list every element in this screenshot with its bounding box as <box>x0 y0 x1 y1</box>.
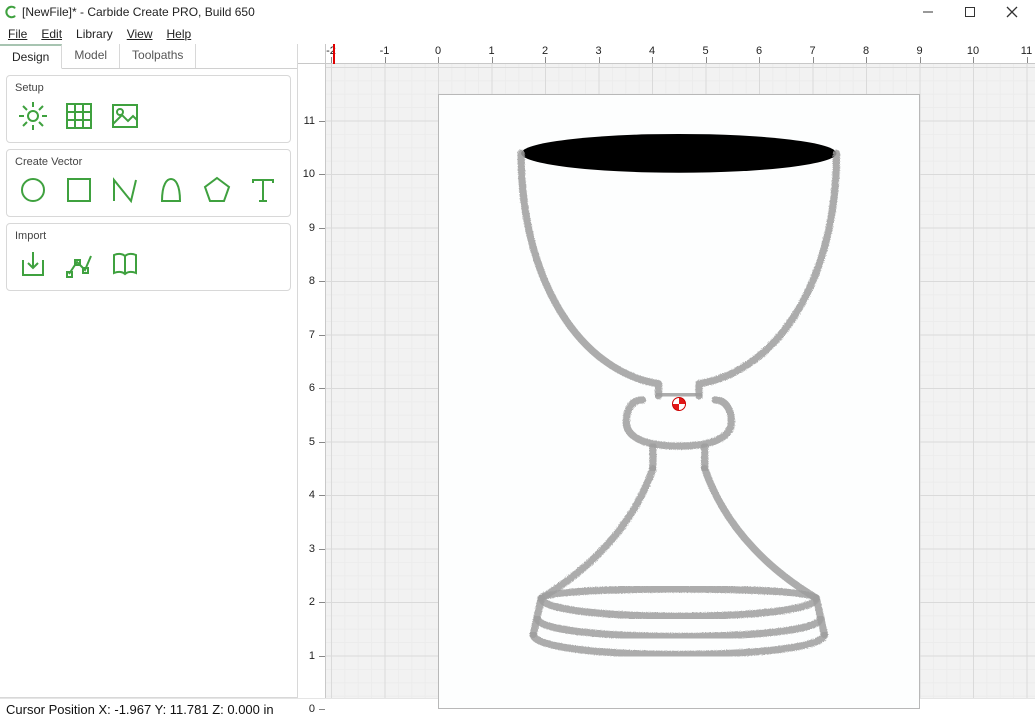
tool-circle-button[interactable] <box>15 174 51 206</box>
ruler-x-label: 7 <box>809 45 815 57</box>
ruler-x-label: 6 <box>756 45 762 57</box>
ruler-x-label: 4 <box>649 45 655 57</box>
origin-marker-icon[interactable] <box>672 397 686 411</box>
ruler-cursor-marker <box>333 44 335 64</box>
menu-help[interactable]: Help <box>167 27 192 41</box>
ruler-y-label: 2 <box>309 596 315 608</box>
titlebar: [NewFile]* - Carbide Create PRO, Build 6… <box>0 0 1035 24</box>
ruler-y-label: 10 <box>303 168 315 180</box>
menu-library[interactable]: Library <box>76 27 113 41</box>
menu-edit[interactable]: Edit <box>41 27 62 41</box>
tool-curve-button[interactable] <box>153 174 189 206</box>
window-title: [NewFile]* - Carbide Create PRO, Build 6… <box>22 5 915 19</box>
minimize-button[interactable] <box>915 2 941 22</box>
canvas-area[interactable]: -2-101234567891011 01234567891011 <box>298 44 1035 698</box>
maximize-button[interactable] <box>957 2 983 22</box>
tool-polyline-button[interactable] <box>107 174 143 206</box>
group-create-vector: Create Vector <box>6 149 291 217</box>
setup-grid-button[interactable] <box>61 100 97 132</box>
ruler-x-label: 10 <box>967 45 979 57</box>
ruler-x-label: 5 <box>702 45 708 57</box>
left-panel: Design Model Toolpaths Setup <box>0 44 298 698</box>
panel-tabs: Design Model Toolpaths <box>0 44 297 69</box>
group-import: Import <box>6 223 291 291</box>
ruler-y-label: 3 <box>309 543 315 555</box>
tab-toolpaths[interactable]: Toolpaths <box>120 44 196 68</box>
ruler-x-label: 3 <box>595 45 601 57</box>
menu-file[interactable]: File <box>8 27 27 41</box>
ruler-y-label: 7 <box>309 329 315 341</box>
ruler-y-label: 4 <box>309 489 315 501</box>
ruler-horizontal: -2-101234567891011 <box>326 44 1035 64</box>
ruler-corner <box>298 44 326 64</box>
tool-text-button[interactable] <box>245 174 281 206</box>
group-setup: Setup <box>6 75 291 143</box>
ruler-x-label: -1 <box>380 45 390 57</box>
group-import-label: Import <box>15 230 282 242</box>
ruler-x-label: 11 <box>1021 45 1032 57</box>
tool-polygon-button[interactable] <box>199 174 235 206</box>
ruler-y-label: 11 <box>304 115 315 127</box>
menubar: File Edit Library View Help <box>0 24 1035 44</box>
group-setup-label: Setup <box>15 82 282 94</box>
ruler-y-label: 0 <box>309 703 315 715</box>
ruler-x-label: 1 <box>488 45 494 57</box>
ruler-y-label: 9 <box>309 222 315 234</box>
close-button[interactable] <box>999 2 1025 22</box>
import-file-button[interactable] <box>15 248 51 280</box>
ruler-x-label: 9 <box>916 45 922 57</box>
app-icon <box>4 5 18 19</box>
group-create-vector-label: Create Vector <box>15 156 282 168</box>
ruler-y-label: 5 <box>309 436 315 448</box>
ruler-y-label: 8 <box>309 275 315 287</box>
import-trace-button[interactable] <box>61 248 97 280</box>
setup-background-button[interactable] <box>107 100 143 132</box>
ruler-x-label: 0 <box>435 45 441 57</box>
ruler-x-label: 8 <box>863 45 869 57</box>
window-controls <box>915 2 1025 22</box>
ruler-y-label: 1 <box>309 650 315 662</box>
setup-gear-button[interactable] <box>15 100 51 132</box>
menu-view[interactable]: View <box>127 27 153 41</box>
viewport[interactable] <box>326 64 1035 698</box>
tool-rectangle-button[interactable] <box>61 174 97 206</box>
tab-design[interactable]: Design <box>0 44 62 69</box>
ruler-x-label: 2 <box>542 45 548 57</box>
cursor-position-readout: Cursor Position X: -1.967 Y: 11.781 Z: 0… <box>6 702 274 717</box>
tab-model[interactable]: Model <box>62 44 120 68</box>
import-library-button[interactable] <box>107 248 143 280</box>
ruler-vertical: 01234567891011 <box>298 64 326 698</box>
ruler-y-label: 6 <box>309 382 315 394</box>
